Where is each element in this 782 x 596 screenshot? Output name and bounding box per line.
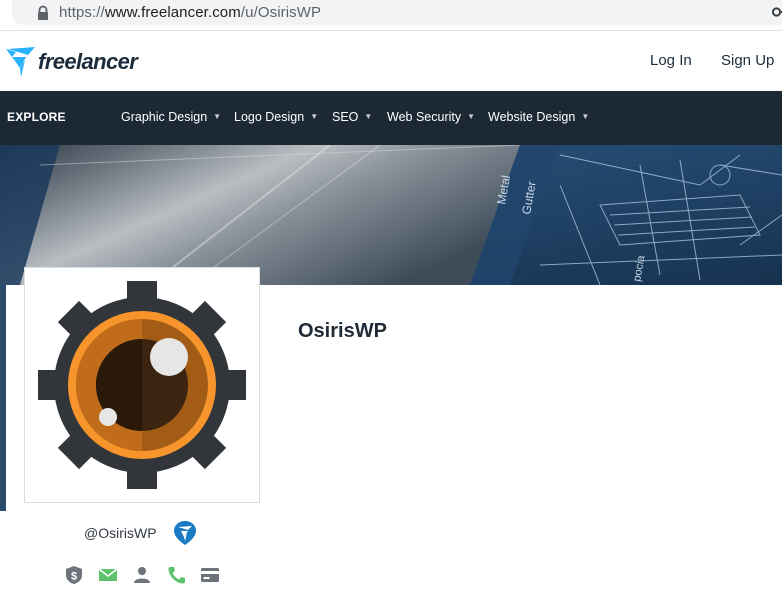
nav-item-label: Graphic Design: [121, 110, 208, 124]
page: https://www.freelancer.com/u/OsirisWP fr…: [0, 0, 782, 596]
url-field[interactable]: https://www.freelancer.com/u/OsirisWP: [12, 0, 782, 25]
nav-item-label: SEO: [332, 110, 359, 124]
login-link[interactable]: Log In: [650, 52, 692, 69]
browser-address-bar: https://www.freelancer.com/u/OsirisWP: [0, 0, 782, 31]
url-text: https://www.freelancer.com/u/OsirisWP: [59, 4, 321, 21]
nav-item-logo-design[interactable]: Logo Design ▼: [234, 110, 318, 124]
nav-item-label: Logo Design: [234, 110, 305, 124]
nav-item-website-design[interactable]: Website Design ▼: [488, 110, 589, 124]
phone-verified-icon[interactable]: [166, 566, 186, 584]
caret-down-icon: ▼: [213, 112, 222, 121]
freelancer-bird-icon: [6, 47, 35, 77]
logo-wordmark: freelancer: [38, 49, 138, 74]
url-host: www.freelancer.com: [104, 4, 241, 21]
cover-banner: Metal Gutter pocia: [0, 145, 782, 285]
nav-item-label: Website Design: [488, 110, 576, 124]
signup-link[interactable]: Sign Up: [721, 52, 774, 69]
site-header: freelancer Log In Sign Up: [0, 31, 782, 91]
explore-nav: EXPLORE Graphic Design ▼ Logo Design ▼ SEO…: [0, 91, 782, 145]
profile-handle: @OsirisWP: [84, 525, 157, 541]
nav-item-graphic-design[interactable]: Graphic Design ▼: [121, 110, 221, 124]
key-icon[interactable]: [772, 6, 782, 18]
freelancer-badge-icon[interactable]: [173, 520, 197, 546]
email-verified-icon[interactable]: [98, 566, 118, 584]
caret-down-icon: ▼: [310, 112, 319, 121]
freelancer-logo[interactable]: freelancer: [6, 44, 146, 80]
profile-display-name: OsirisWP: [298, 320, 387, 342]
osiriswp-gear-eye-logo: [38, 281, 246, 489]
nav-item-label: Web Security: [387, 110, 462, 124]
url-scheme: https://: [59, 4, 105, 21]
deposit-verified-icon[interactable]: [200, 566, 220, 584]
caret-down-icon: ▼: [581, 112, 590, 121]
avatar[interactable]: [24, 267, 260, 503]
cover-image: Metal Gutter pocia: [0, 145, 782, 285]
lock-icon: [38, 5, 48, 20]
caret-down-icon: ▼: [364, 112, 373, 121]
explore-label[interactable]: EXPLORE: [7, 110, 66, 124]
url-path: /u/OsirisWP: [240, 4, 322, 21]
profile-verified-icon[interactable]: [132, 566, 152, 584]
nav-item-web-security[interactable]: Web Security ▼: [387, 110, 475, 124]
nav-item-seo[interactable]: SEO ▼: [332, 110, 372, 124]
payment-verified-icon[interactable]: $: [64, 566, 84, 584]
svg-text:$: $: [71, 571, 77, 583]
caret-down-icon: ▼: [467, 112, 476, 121]
